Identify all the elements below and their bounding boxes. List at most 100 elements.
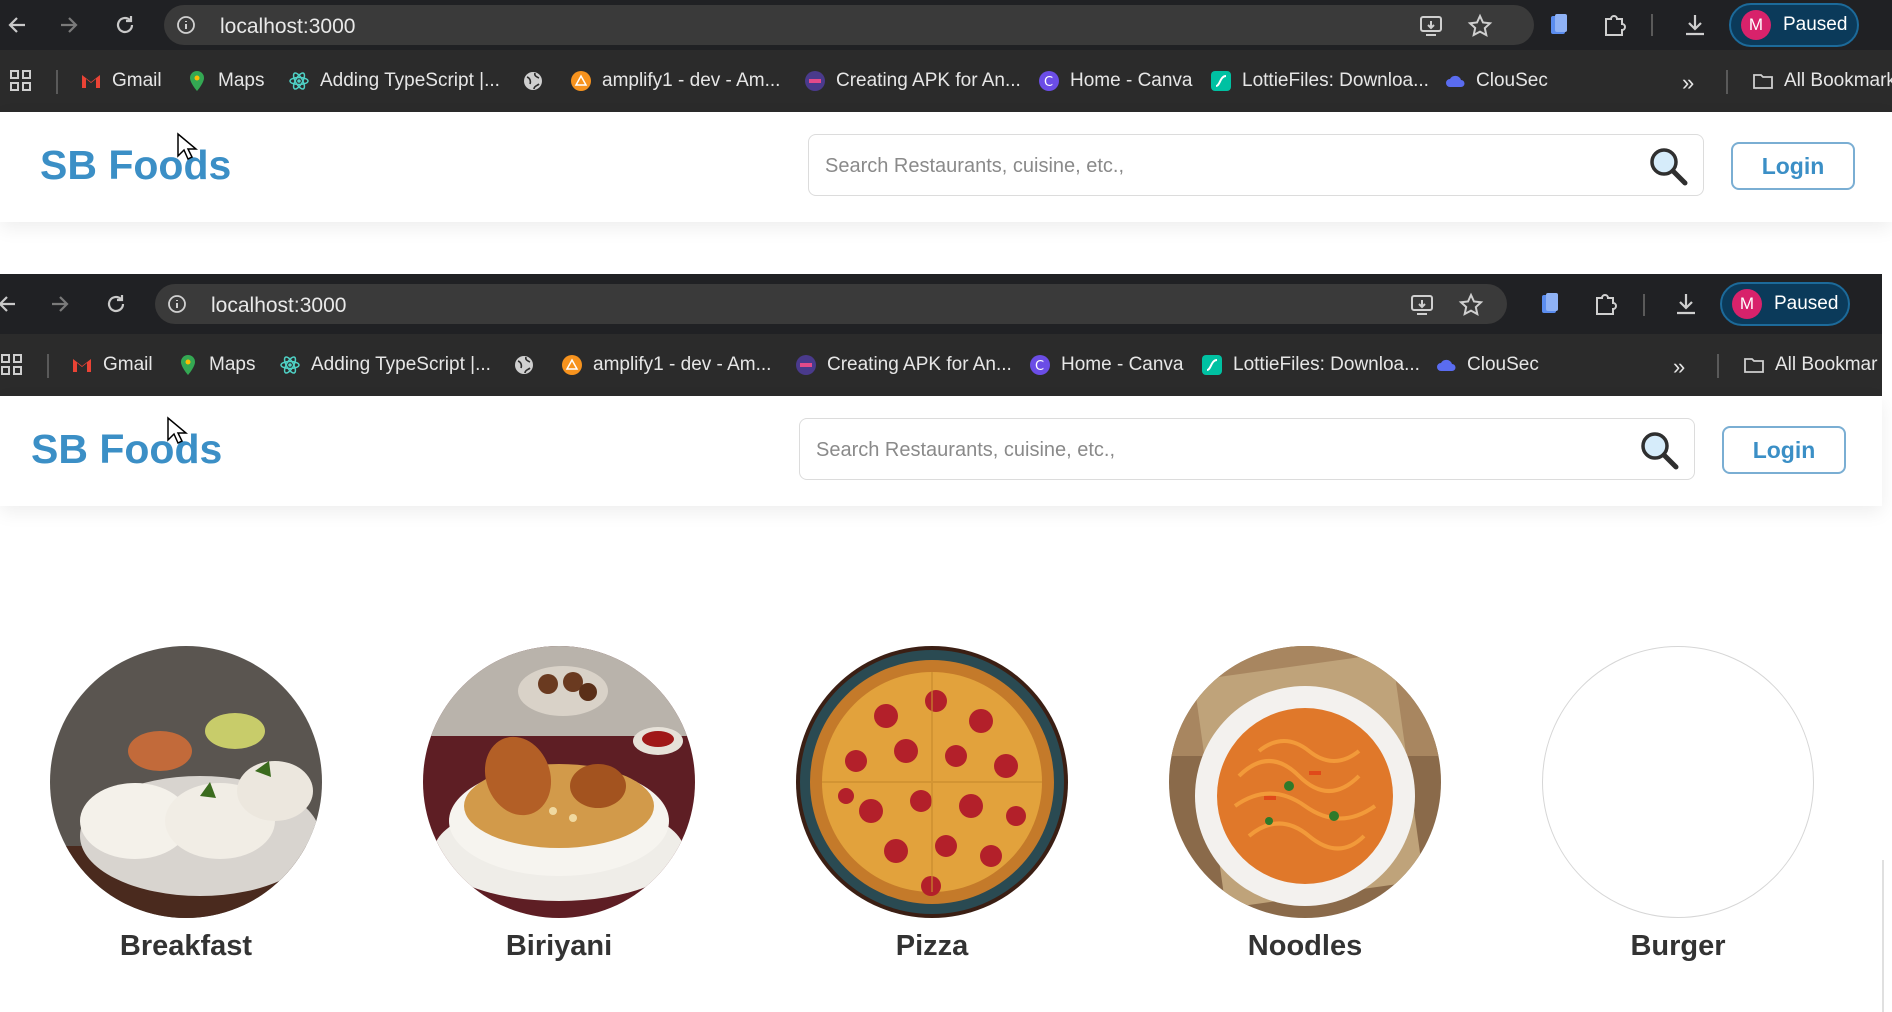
- back-icon[interactable]: [0, 289, 22, 319]
- sidebar-extension-icon[interactable]: [1536, 290, 1564, 318]
- scrollbar-track[interactable]: [1882, 860, 1884, 1012]
- category-burger[interactable]: Burger: [1542, 646, 1814, 963]
- browser-toolbar-duplicate: localhost:3000 M Paused: [0, 274, 1882, 334]
- noodles-image: [1169, 646, 1441, 918]
- bookmark-globe[interactable]: [513, 354, 545, 376]
- profile-status: Paused: [1774, 293, 1839, 314]
- brand-logo[interactable]: SB Foods: [40, 142, 231, 189]
- site-icon: [796, 355, 816, 375]
- install-app-icon[interactable]: [1409, 292, 1435, 318]
- bookmark-clousec[interactable]: ClouSec: [1435, 354, 1539, 376]
- apps-grid-icon[interactable]: [10, 70, 32, 92]
- maps-pin-icon: [190, 71, 204, 91]
- globe-icon: [515, 356, 533, 374]
- download-icon[interactable]: [1681, 11, 1709, 39]
- site-header: SB Foods Login: [0, 396, 1882, 506]
- category-biriyani[interactable]: Biriyani: [423, 646, 695, 963]
- amplify-icon: [571, 71, 591, 91]
- amplify-icon: [562, 355, 582, 375]
- profile-paused-button[interactable]: M Paused: [1720, 282, 1850, 326]
- apps-grid-icon[interactable]: [1, 354, 23, 376]
- forward-icon[interactable]: [45, 289, 75, 319]
- svg-text:C: C: [1035, 359, 1044, 374]
- site-info-icon[interactable]: [167, 294, 187, 314]
- burger-image-placeholder: [1542, 646, 1814, 918]
- back-icon[interactable]: [2, 10, 32, 40]
- site-info-icon[interactable]: [176, 15, 196, 35]
- bookmark-canva[interactable]: C Home - Canva: [1029, 354, 1184, 376]
- bookmark-maps[interactable]: Maps: [186, 70, 264, 92]
- search-icon[interactable]: [1638, 429, 1680, 471]
- more-bookmarks-chevron-icon[interactable]: »: [1682, 70, 1694, 96]
- svg-text:C: C: [1044, 75, 1053, 90]
- extensions-puzzle-icon[interactable]: [1591, 290, 1619, 318]
- bookmark-creating-apk[interactable]: Creating APK for An...: [795, 354, 1012, 376]
- category-noodles[interactable]: Noodles: [1169, 646, 1441, 963]
- react-icon: [280, 356, 300, 374]
- login-button[interactable]: Login: [1722, 426, 1846, 474]
- bookmark-typescript[interactable]: Adding TypeScript |...: [288, 70, 500, 92]
- bookmark-typescript[interactable]: Adding TypeScript |...: [279, 354, 491, 376]
- lottie-icon: [1211, 71, 1231, 91]
- address-bar[interactable]: localhost:3000: [164, 5, 1534, 45]
- bookmark-clousec[interactable]: ClouSec: [1444, 70, 1548, 92]
- all-bookmarks-folder[interactable]: All Bookmark: [1752, 70, 1892, 92]
- bookmark-amplify[interactable]: amplify1 - dev - Am...: [561, 354, 771, 376]
- search-icon[interactable]: [1647, 145, 1689, 187]
- gmail-icon: [73, 359, 91, 372]
- search-input[interactable]: [814, 419, 1618, 481]
- category-pizza[interactable]: Pizza: [796, 646, 1068, 963]
- install-app-icon[interactable]: [1418, 13, 1444, 39]
- bookmark-amplify[interactable]: amplify1 - dev - Am...: [570, 70, 780, 92]
- bookmark-gmail[interactable]: Gmail: [71, 354, 153, 376]
- url-text: localhost:3000: [220, 15, 356, 38]
- avatar: M: [1732, 289, 1762, 319]
- category-label: Burger: [1630, 930, 1726, 962]
- brand-logo[interactable]: SB Foods: [31, 426, 222, 473]
- mouse-cursor-icon: [167, 416, 188, 445]
- category-label: Biriyani: [505, 930, 613, 962]
- bookmark-lottiefiles[interactable]: LottieFiles: Downloa...: [1210, 70, 1429, 92]
- bookmark-maps[interactable]: Maps: [177, 354, 255, 376]
- address-bar[interactable]: localhost:3000: [155, 284, 1507, 324]
- site-icon: [805, 71, 825, 91]
- bookmark-gmail[interactable]: Gmail: [80, 70, 162, 92]
- search-input[interactable]: [823, 135, 1627, 197]
- bookmark-canva[interactable]: C Home - Canva: [1038, 70, 1193, 92]
- globe-icon: [524, 72, 542, 90]
- bookmarks-bar-duplicate: Gmail Maps Adding TypeScript |... amplif…: [0, 334, 1882, 396]
- biriyani-image: [423, 646, 695, 918]
- react-icon: [289, 72, 309, 90]
- breakfast-image: [50, 646, 322, 918]
- sidebar-extension-icon[interactable]: [1545, 11, 1573, 39]
- pizza-image: [796, 646, 1068, 918]
- search-box: [808, 134, 1704, 197]
- canva-icon: C: [1030, 355, 1050, 375]
- bookmark-star-icon[interactable]: [1467, 13, 1493, 39]
- bookmark-lottiefiles[interactable]: LottieFiles: Downloa...: [1201, 354, 1420, 376]
- avatar: M: [1741, 10, 1771, 40]
- extensions-puzzle-icon[interactable]: [1600, 11, 1628, 39]
- profile-status: Paused: [1783, 14, 1848, 35]
- login-button[interactable]: Login: [1731, 142, 1855, 190]
- folder-icon: [1744, 358, 1764, 373]
- browser-chrome-top: localhost:3000 M Paused Gmail Maps Addin…: [0, 0, 1892, 112]
- bookmark-creating-apk[interactable]: Creating APK for An...: [804, 70, 1021, 92]
- forward-icon[interactable]: [54, 10, 84, 40]
- reload-icon[interactable]: [101, 289, 131, 319]
- all-bookmarks-folder[interactable]: All Bookmar: [1743, 354, 1877, 376]
- clousec-icon: [1446, 75, 1465, 87]
- site-header-top: SB Foods Login: [0, 112, 1892, 222]
- bookmarks-bar: Gmail Maps Adding TypeScript |... amplif…: [0, 50, 1892, 112]
- profile-paused-button[interactable]: M Paused: [1729, 3, 1859, 47]
- bookmark-star-icon[interactable]: [1458, 292, 1484, 318]
- category-label: Noodles: [1247, 930, 1363, 962]
- search-box: [799, 418, 1695, 481]
- more-bookmarks-chevron-icon[interactable]: »: [1673, 354, 1685, 380]
- clousec-icon: [1437, 359, 1456, 371]
- download-icon[interactable]: [1672, 290, 1700, 318]
- canva-icon: C: [1039, 71, 1059, 91]
- reload-icon[interactable]: [110, 10, 140, 40]
- bookmark-globe[interactable]: [522, 70, 554, 92]
- category-breakfast[interactable]: Breakfast: [50, 646, 322, 963]
